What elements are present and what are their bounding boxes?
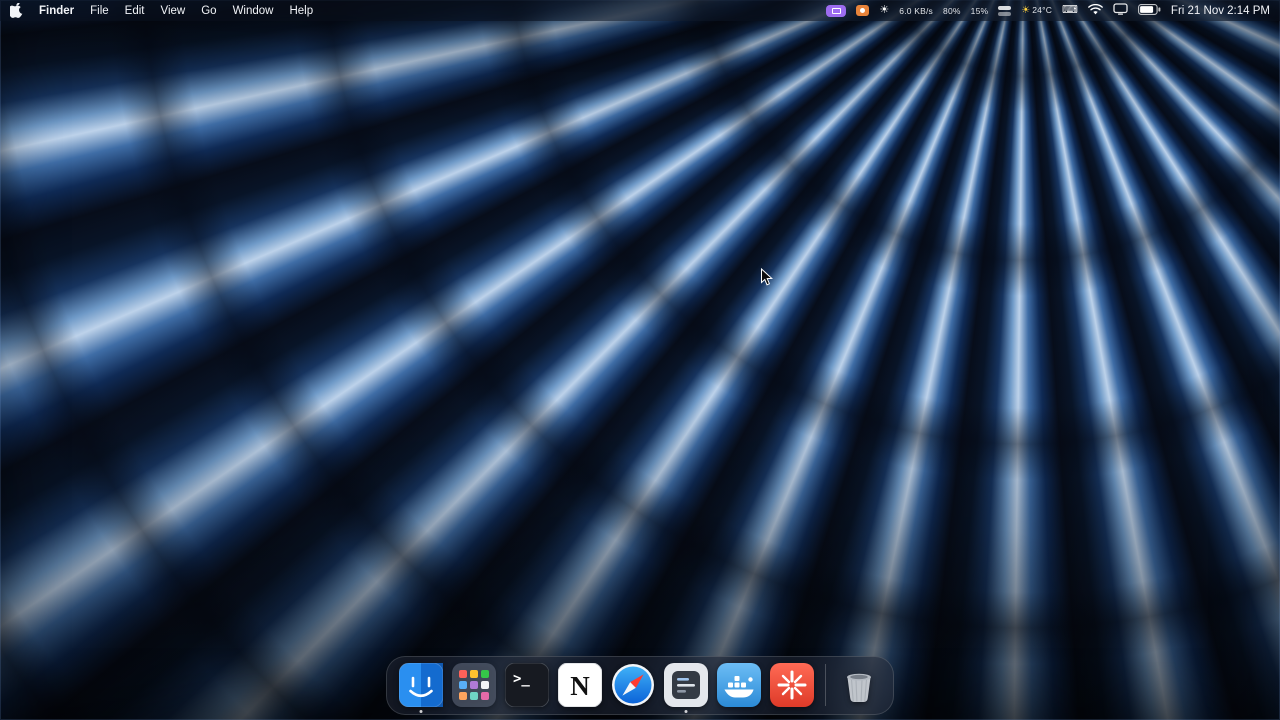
menu-help[interactable]: Help [289, 5, 313, 17]
dock-item-trash[interactable] [837, 663, 881, 707]
screen-sharing-indicator-icon[interactable] [826, 4, 847, 17]
dock-item-terminal[interactable]: >_ [505, 663, 549, 707]
cpu-usage-stat[interactable]: 15% [971, 6, 989, 16]
display-icon[interactable] [1113, 3, 1128, 18]
terminal-icon: >_ [505, 663, 549, 707]
asterisk-app-icon [770, 663, 814, 707]
recording-indicator-icon[interactable] [856, 5, 870, 16]
dock-item-safari[interactable] [611, 663, 655, 707]
temperature-value: 24°C [1032, 5, 1053, 15]
dock: >_ N [386, 656, 894, 715]
dock-item-notion[interactable]: N [558, 663, 602, 707]
notion-icon: N [558, 663, 602, 707]
menu-edit[interactable]: Edit [125, 5, 145, 17]
dock-item-editor[interactable] [664, 663, 708, 713]
dock-item-docker[interactable] [717, 663, 761, 707]
weather-sun-icon: ☀ [1021, 5, 1031, 16]
keyboard-icon[interactable]: ⌨ [1062, 5, 1078, 16]
menu-window[interactable]: Window [233, 5, 274, 17]
safari-icon [612, 664, 654, 706]
screen-icon [831, 7, 841, 14]
menu-view[interactable]: View [161, 5, 186, 17]
menu-go[interactable]: Go [201, 5, 216, 17]
control-center-icon[interactable] [998, 5, 1012, 16]
dock-item-finder[interactable] [399, 663, 443, 713]
active-app-name[interactable]: Finder [39, 5, 74, 17]
apple-menu-icon[interactable] [10, 3, 23, 18]
battery-icon[interactable] [1137, 3, 1161, 18]
docker-icon [717, 663, 761, 707]
dock-divider [825, 664, 826, 706]
svg-text:N: N [570, 671, 590, 701]
running-indicator [419, 710, 423, 713]
menu-bar-clock[interactable]: Fri 21 Nov 2:14 PM [1171, 5, 1270, 17]
record-dot-icon [860, 8, 866, 13]
memory-usage-stat[interactable]: 80% [943, 6, 961, 16]
editor-icon [664, 663, 708, 707]
dock-item-asterisk-app[interactable] [770, 663, 814, 707]
wifi-icon[interactable] [1088, 3, 1103, 18]
running-indicator [684, 710, 688, 713]
launchpad-icon [452, 663, 496, 707]
menu-bar: Finder File Edit View Go Window Help ☀ 6… [0, 0, 1280, 21]
trash-icon [847, 673, 871, 702]
dock-item-launchpad[interactable] [452, 663, 496, 707]
finder-icon [399, 663, 443, 707]
brightness-icon[interactable]: ☀ [879, 5, 889, 16]
svg-text:>_: >_ [513, 671, 530, 687]
desktop-wallpaper [0, 0, 1280, 720]
weather-widget[interactable]: ☀ 24°C [1021, 5, 1052, 16]
menu-file[interactable]: File [90, 5, 109, 17]
network-speed-stat[interactable]: 6.0 KB/s [899, 6, 933, 16]
